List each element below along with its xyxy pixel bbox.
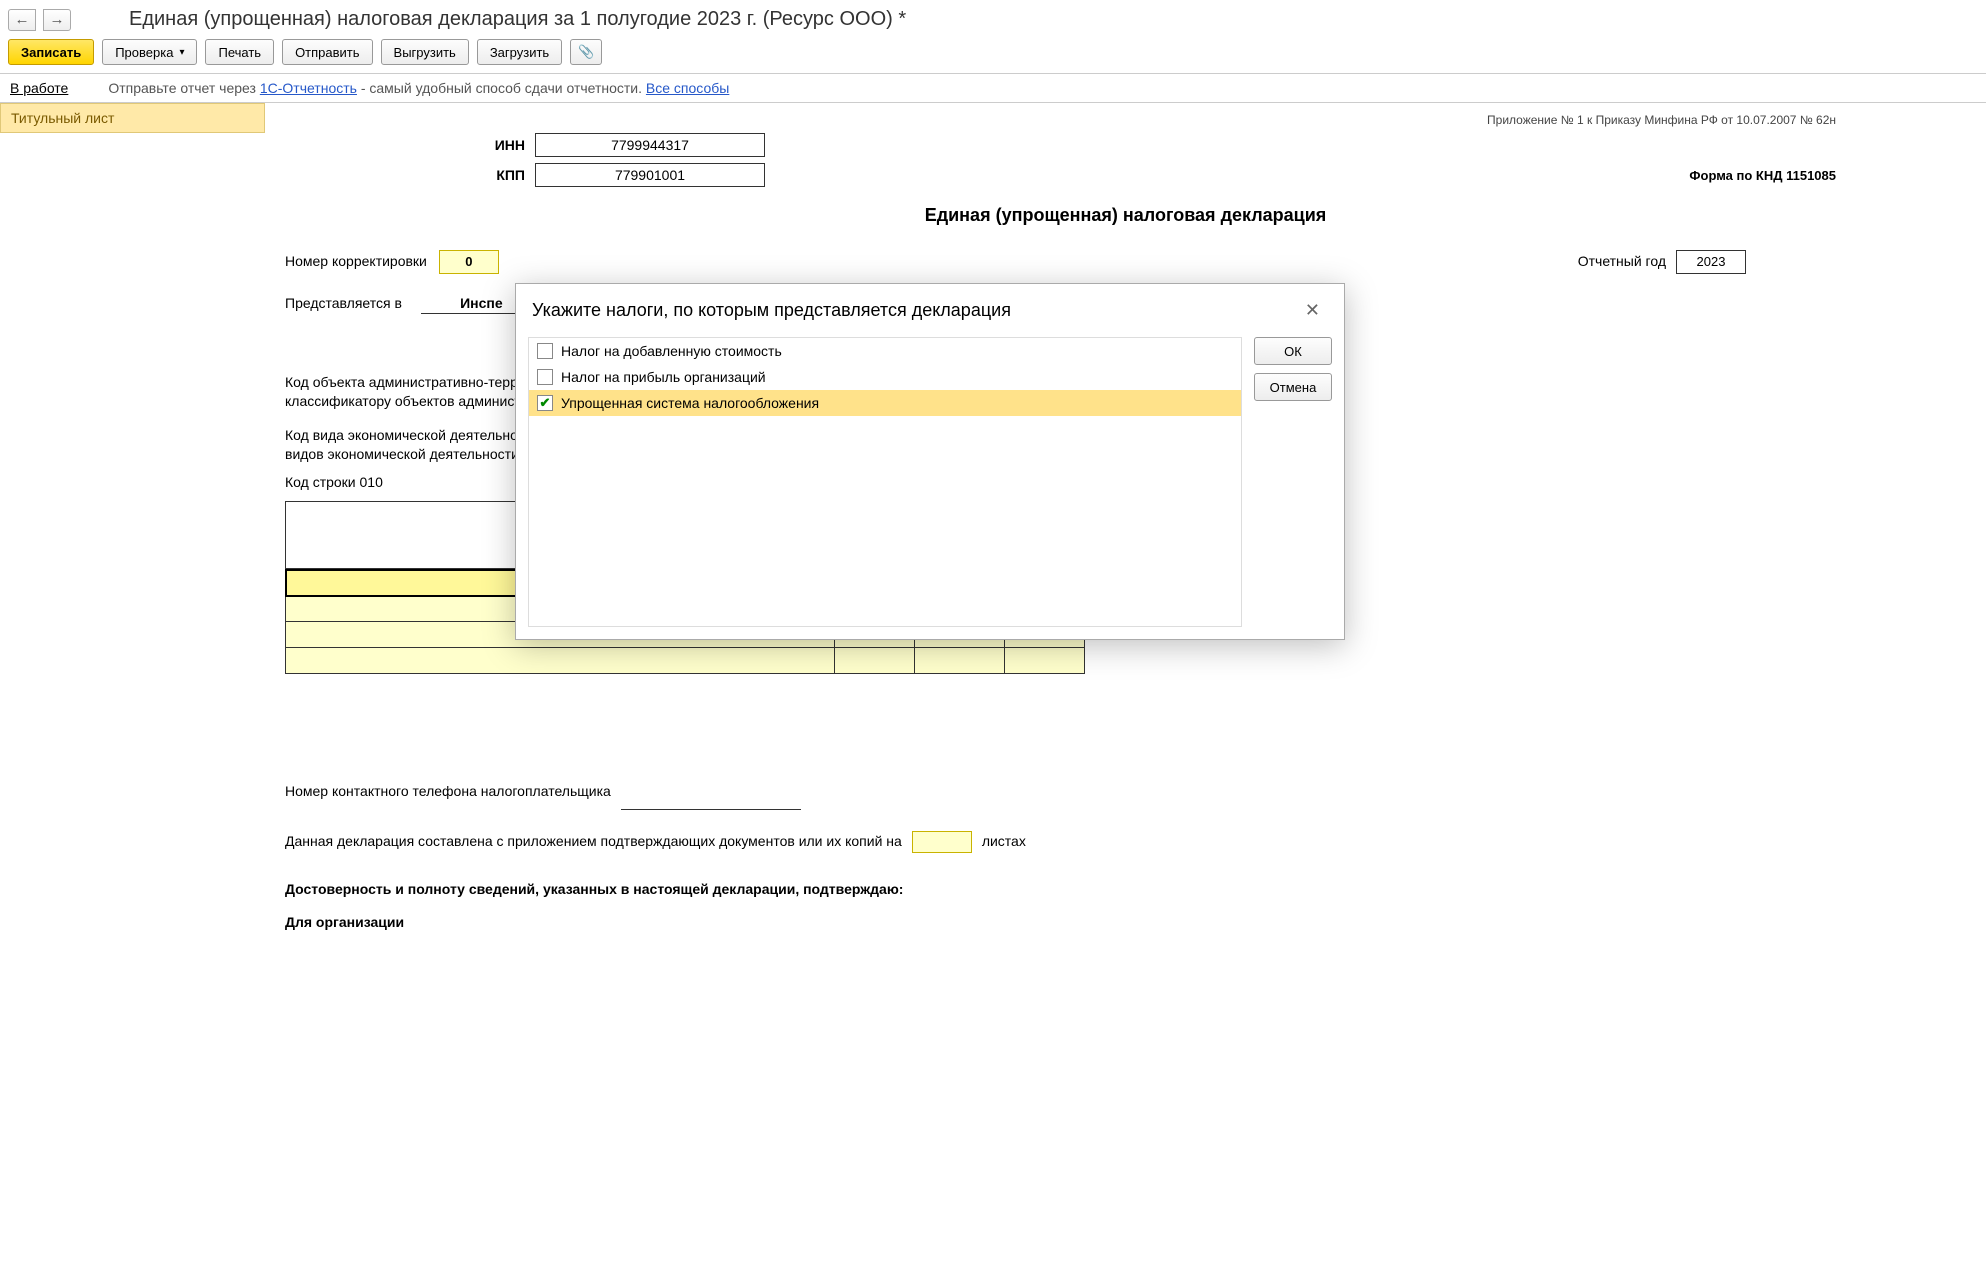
inn-field[interactable]: 7799944317 (535, 133, 765, 157)
status-message: Отправьте отчет через 1С-Отчетность - са… (108, 80, 729, 96)
sidebar-item-title-page[interactable]: Титульный лист (0, 103, 265, 133)
appendix-note: Приложение № 1 к Приказу Минфина РФ от 1… (285, 113, 1966, 127)
send-button[interactable]: Отправить (282, 39, 372, 65)
check-label: Проверка (115, 45, 173, 60)
docs-pre-label: Данная декларация составлена с приложени… (285, 832, 902, 852)
check-button[interactable]: Проверка ▾ (102, 39, 197, 65)
status-msg-mid: - самый удобный способ сдачи отчетности. (361, 80, 646, 96)
phone-label: Номер контактного телефона налогоплатель… (285, 782, 611, 802)
option-profit-tax[interactable]: Налог на прибыль организаций (529, 364, 1241, 390)
docs-count-field[interactable] (912, 831, 972, 853)
checkbox-icon[interactable] (537, 369, 553, 385)
docs-post-label: листах (982, 832, 1026, 852)
year-label: Отчетный год (1578, 252, 1666, 272)
dialog-options-list: Налог на добавленную стоимость Налог на … (528, 337, 1242, 627)
for-org-text: Для организации (285, 913, 1966, 933)
knd-code: Форма по КНД 1151085 (1689, 168, 1836, 183)
checkbox-checked-icon[interactable]: ✔ (537, 395, 553, 411)
form-heading: Единая (упрощенная) налоговая декларация (285, 205, 1966, 226)
import-button[interactable]: Загрузить (477, 39, 562, 65)
option-vat[interactable]: Налог на добавленную стоимость (529, 338, 1241, 364)
dialog-ok-button[interactable]: ОК (1254, 337, 1332, 365)
all-methods-link[interactable]: Все способы (646, 80, 729, 96)
option-usn[interactable]: ✔ Упрощенная система налогообложения (529, 390, 1241, 416)
kpp-field[interactable]: 779901001 (535, 163, 765, 187)
option-label: Налог на добавленную стоимость (561, 343, 782, 359)
status-msg-pre: Отправьте отчет через (108, 80, 259, 96)
checkbox-icon[interactable] (537, 343, 553, 359)
page-title: Единая (упрощенная) налоговая декларация… (129, 8, 906, 31)
reporting-link[interactable]: 1С-Отчетность (260, 80, 357, 96)
chevron-down-icon: ▾ (179, 47, 184, 58)
nav-back-button[interactable]: ← (8, 9, 36, 31)
year-field[interactable]: 2023 (1676, 250, 1746, 274)
select-taxes-dialog: Укажите налоги, по которым представляетс… (515, 283, 1345, 640)
option-label: Налог на прибыль организаций (561, 369, 766, 385)
status-link[interactable]: В работе (10, 80, 68, 96)
table-row[interactable] (286, 648, 1085, 674)
save-button[interactable]: Записать (8, 39, 94, 65)
attach-button[interactable]: 📎 (570, 39, 602, 65)
correction-label: Номер корректировки (285, 252, 427, 272)
phone-field[interactable] (621, 790, 801, 810)
dialog-close-button[interactable]: ✕ (1297, 296, 1328, 325)
paperclip-icon: 📎 (578, 44, 594, 60)
dialog-title: Укажите налоги, по которым представляетс… (532, 300, 1011, 321)
option-label: Упрощенная система налогообложения (561, 395, 819, 411)
close-icon: ✕ (1305, 300, 1320, 320)
dialog-cancel-button[interactable]: Отмена (1254, 373, 1332, 401)
print-button[interactable]: Печать (205, 39, 274, 65)
export-button[interactable]: Выгрузить (381, 39, 469, 65)
kpp-label: КПП (285, 167, 535, 183)
inn-label: ИНН (285, 137, 535, 153)
correction-field[interactable]: 0 (439, 250, 499, 274)
nav-forward-button[interactable]: → (43, 9, 71, 31)
confirm-text: Достоверность и полноту сведений, указан… (285, 880, 1966, 900)
present-label: Представляется в (285, 295, 402, 311)
